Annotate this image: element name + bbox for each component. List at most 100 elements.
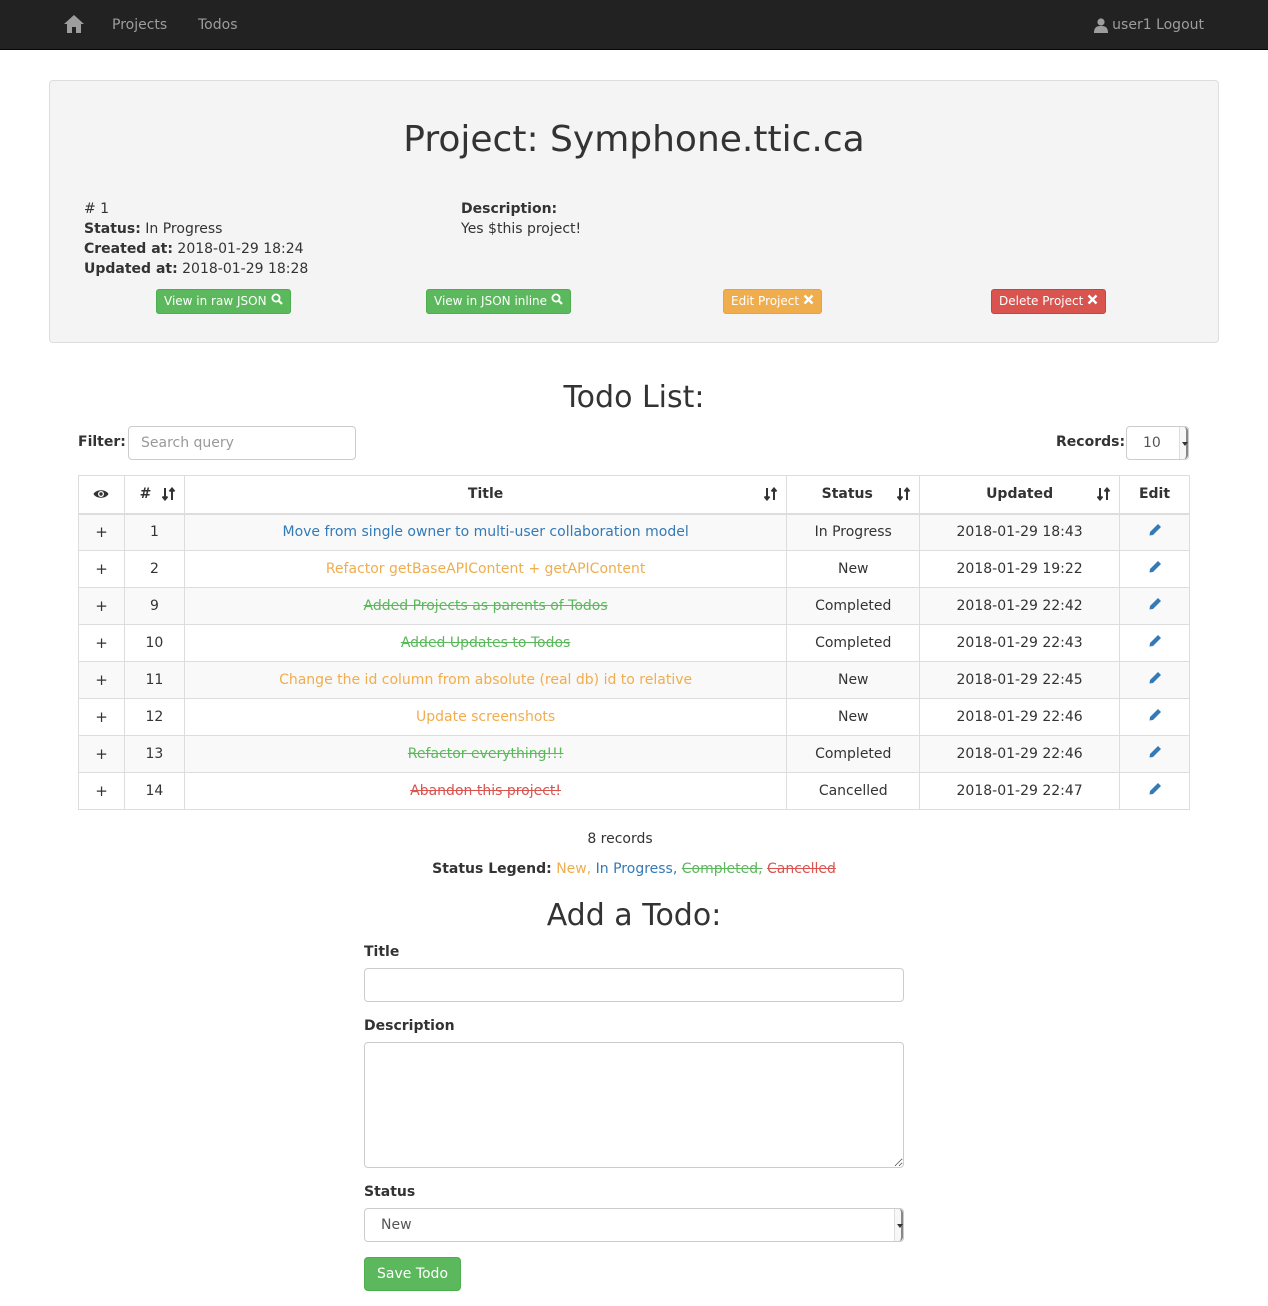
- row-status: Cancelled: [786, 772, 921, 810]
- todo-title-link[interactable]: Move from single owner to multi-user col…: [282, 524, 688, 540]
- user-logout-link[interactable]: user1 Logout: [1094, 16, 1204, 34]
- delete-project-button[interactable]: Delete Project: [991, 289, 1107, 314]
- title-field-label: Title: [364, 944, 400, 960]
- project-meta: # 1 Status: In Progress Created at: 2018…: [84, 199, 308, 279]
- view-raw-json-button[interactable]: View in raw JSON: [156, 289, 291, 314]
- eye-icon: [93, 486, 109, 502]
- expand-toggle[interactable]: +: [78, 513, 125, 551]
- nav-todos-link[interactable]: Todos: [198, 16, 237, 34]
- legend-new: New,: [556, 861, 592, 877]
- expand-toggle[interactable]: +: [78, 698, 125, 736]
- pencil-icon[interactable]: [1148, 560, 1162, 578]
- row-num: 11: [123, 661, 185, 699]
- view-raw-json-label: View in raw JSON: [164, 294, 267, 308]
- legend-cancelled: Cancelled: [767, 861, 836, 877]
- column-status-label: Status: [821, 486, 873, 503]
- delete-project-label: Delete Project: [999, 294, 1084, 308]
- legend-completed: Completed,: [681, 861, 763, 877]
- view-json-inline-button[interactable]: View in JSON inline: [426, 289, 572, 314]
- pencil-icon[interactable]: [1148, 708, 1162, 726]
- todo-title-link[interactable]: Refactor everything!!!: [408, 746, 564, 762]
- column-edit-label: Edit: [1138, 486, 1171, 503]
- todo-title-link[interactable]: Added Updates to Todos: [401, 635, 571, 651]
- chevron-down-icon: [1179, 427, 1188, 459]
- table-header-row: # Title Status Updated Edit: [78, 475, 1190, 515]
- pencil-icon[interactable]: [1148, 597, 1162, 615]
- row-num: 13: [123, 735, 185, 773]
- row-num: 12: [123, 698, 185, 736]
- records-per-page-select[interactable]: 10: [1126, 426, 1189, 460]
- expand-toggle[interactable]: +: [78, 550, 125, 588]
- updated-value: 2018-01-29 18:28: [182, 261, 309, 277]
- pencil-icon[interactable]: [1148, 782, 1162, 800]
- column-header-updated[interactable]: Updated: [919, 475, 1121, 515]
- project-id: # 1: [84, 201, 110, 217]
- row-updated: 2018-01-29 22:47: [919, 772, 1121, 810]
- todo-title-link[interactable]: Update screenshots: [416, 709, 555, 725]
- todo-title-link[interactable]: Added Projects as parents of Todos: [364, 598, 608, 614]
- pencil-icon[interactable]: [1148, 523, 1162, 541]
- status-select-value: New: [381, 1217, 412, 1233]
- save-todo-button[interactable]: Save Todo: [364, 1257, 462, 1291]
- legend-in-progress: In Progress,: [595, 861, 678, 877]
- todo-table: # Title Status Updated Edit + 1 Move fro…: [78, 475, 1190, 810]
- description-field[interactable]: [364, 1042, 904, 1168]
- edit-project-button[interactable]: Edit Project: [723, 289, 823, 314]
- chevron-down-icon: [894, 1209, 903, 1241]
- records-per-page-value: 10: [1143, 435, 1161, 451]
- column-updated-label: Updated: [986, 486, 1054, 503]
- row-status: Completed: [786, 587, 921, 625]
- expand-toggle[interactable]: +: [78, 772, 125, 810]
- table-row: + 10 Added Updates to Todos Completed 20…: [78, 624, 1190, 662]
- row-status: New: [786, 698, 921, 736]
- column-header-title[interactable]: Title: [183, 475, 788, 515]
- nav-projects-link[interactable]: Projects: [112, 16, 167, 34]
- title-field[interactable]: [364, 968, 904, 1002]
- search-icon: [551, 290, 563, 313]
- expand-toggle[interactable]: +: [78, 624, 125, 662]
- home-icon[interactable]: [63, 13, 85, 35]
- column-header-edit: Edit: [1119, 475, 1190, 515]
- todo-title-link[interactable]: Abandon this project!: [410, 783, 561, 799]
- table-row: + 13 Refactor everything!!! Completed 20…: [78, 735, 1190, 773]
- status-select[interactable]: New: [364, 1208, 904, 1242]
- table-row: + 14 Abandon this project! Cancelled 201…: [78, 772, 1190, 810]
- row-updated: 2018-01-29 22:43: [919, 624, 1121, 662]
- expand-toggle[interactable]: +: [78, 587, 125, 625]
- row-updated: 2018-01-29 22:45: [919, 661, 1121, 699]
- pencil-icon[interactable]: [1148, 745, 1162, 763]
- row-num: 14: [123, 772, 185, 810]
- column-num-label: #: [139, 486, 152, 503]
- records-label: Records:: [1056, 434, 1126, 450]
- status-field-label: Status: [364, 1184, 416, 1200]
- row-status: Completed: [786, 624, 921, 662]
- todo-list-heading: Todo List:: [563, 380, 705, 415]
- row-updated: 2018-01-29 22:46: [919, 698, 1121, 736]
- sort-icon: [161, 486, 176, 505]
- row-status: New: [786, 661, 921, 699]
- close-icon: [1087, 290, 1098, 313]
- project-description: Description: Yes $this project!: [461, 199, 581, 239]
- user-icon: [1094, 17, 1109, 33]
- row-updated: 2018-01-29 18:43: [919, 513, 1121, 551]
- add-todo-heading: Add a Todo:: [546, 898, 722, 933]
- search-input[interactable]: [128, 426, 356, 460]
- legend-label: Status Legend:: [432, 861, 552, 877]
- expand-toggle[interactable]: +: [78, 661, 125, 699]
- records-count: 8 records: [587, 831, 653, 847]
- row-status: New: [786, 550, 921, 588]
- todo-title-link[interactable]: Change the id column from absolute (real…: [279, 672, 692, 688]
- column-header-visibility[interactable]: [78, 475, 125, 515]
- pencil-icon[interactable]: [1148, 671, 1162, 689]
- project-title: Project: Symphone.ttic.ca: [403, 119, 865, 160]
- table-row: + 2 Refactor getBaseAPIContent + getAPIC…: [78, 550, 1190, 588]
- row-updated: 2018-01-29 22:46: [919, 735, 1121, 773]
- pencil-icon[interactable]: [1148, 634, 1162, 652]
- todo-title-link[interactable]: Refactor getBaseAPIContent + getAPIConte…: [326, 561, 646, 577]
- column-header-status[interactable]: Status: [786, 475, 921, 515]
- expand-toggle[interactable]: +: [78, 735, 125, 773]
- column-header-num[interactable]: #: [123, 475, 185, 515]
- table-row: + 9 Added Projects as parents of Todos C…: [78, 587, 1190, 625]
- view-json-inline-label: View in JSON inline: [434, 294, 548, 308]
- status-value: In Progress: [145, 221, 223, 237]
